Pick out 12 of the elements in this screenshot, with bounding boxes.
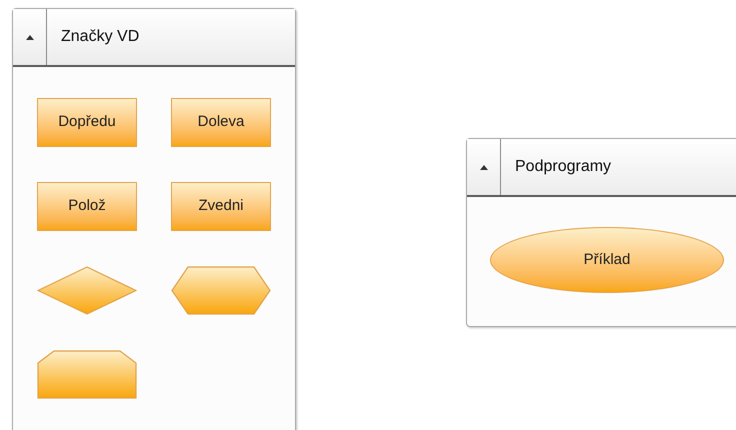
condition-block[interactable]	[37, 266, 137, 315]
command-block[interactable]: Dopředu	[37, 98, 137, 147]
command-block[interactable]: Zvedni	[171, 182, 271, 231]
up-triangle-icon	[26, 34, 34, 40]
subroutine-block[interactable]: Příklad	[490, 227, 724, 293]
palette-title: Značky VD	[61, 27, 140, 47]
up-triangle-icon	[480, 164, 488, 170]
command-block[interactable]: Doleva	[171, 98, 271, 147]
command-block[interactable]: Polož	[37, 182, 137, 231]
procedure-block[interactable]	[37, 350, 137, 399]
loop-block[interactable]	[171, 266, 271, 315]
palette-title: Podprogramy	[515, 157, 612, 177]
